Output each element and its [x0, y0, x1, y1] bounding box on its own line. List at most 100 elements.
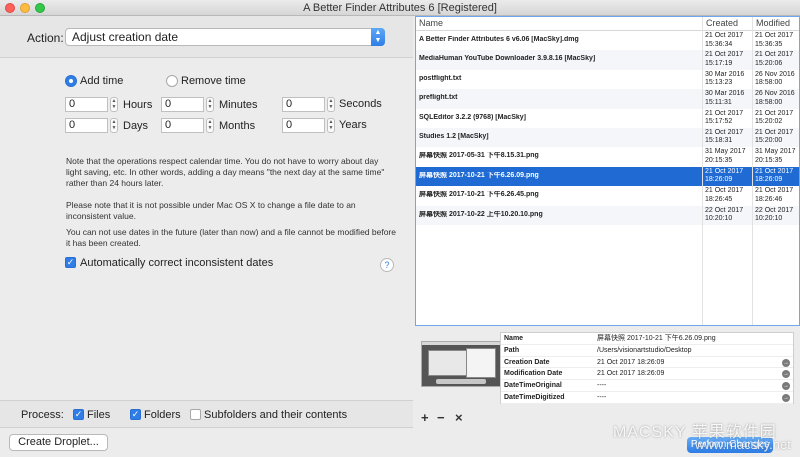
created-date: 31 May 2017 — [705, 148, 746, 156]
preview-window-shape — [466, 348, 496, 378]
table-row[interactable]: 屏幕快照 2017-10-21 下午6.26.09.png 21 Oct 2017… — [416, 166, 799, 187]
create-droplet-button[interactable]: Create Droplet... — [9, 434, 108, 451]
file-name-cell: preflight.txt — [419, 94, 458, 102]
minutes-input[interactable]: 0 — [161, 97, 204, 112]
file-name-cell: 屏幕快照 2017-10-21 下午6.26.45.png — [419, 191, 539, 199]
file-preview-thumbnail — [421, 341, 501, 387]
created-time: 20:15:35 — [705, 156, 733, 164]
future-note: You can not use dates in the future (lat… — [66, 227, 396, 248]
hours-stepper[interactable]: ▲ ▼ — [110, 97, 118, 112]
table-row[interactable]: postflight.txt 30 Mar 2016 15:13:23 26 Nov … — [416, 70, 799, 89]
metadata-row: Path/Users/visionartstudio/Desktop — [501, 345, 793, 357]
options-panel: Add time Remove time 0 ▲ ▼ Hours 0 ▲ ▼ Min… — [0, 59, 413, 399]
column-divider — [752, 17, 753, 325]
remove-time-radio[interactable] — [166, 75, 178, 87]
folders-checkbox[interactable]: ✓ — [130, 409, 141, 420]
modified-date: 21 Oct 2017 — [755, 167, 794, 175]
created-time: 18:26:45 — [705, 195, 733, 203]
help-button[interactable]: ? — [380, 258, 394, 272]
arrow-right-icon[interactable]: → — [782, 382, 790, 391]
metadata-row: DateTimeOriginal ---- → — [501, 380, 793, 392]
minutes-label: Minutes — [219, 99, 258, 111]
name-column-header[interactable]: Name — [416, 17, 702, 31]
created-date: 21 Oct 2017 — [705, 51, 744, 59]
metadata-value: 屏幕快照 2017-10-21 下午6.26.09.png — [597, 335, 716, 342]
subfolders-checkbox[interactable] — [190, 409, 201, 420]
arrow-right-icon[interactable]: → — [782, 358, 790, 367]
action-select-value: Adjust creation date — [72, 30, 179, 44]
watermark-url: www.macsky.net — [695, 437, 791, 452]
auto-correct-label: Automatically correct inconsistent dates — [80, 257, 274, 269]
days-input[interactable]: 0 — [65, 118, 108, 133]
table-row[interactable]: MediaHuman YouTube Downloader 3.9.8.16 [… — [416, 50, 799, 70]
add-file-button[interactable]: + — [421, 410, 429, 425]
minutes-stepper[interactable]: ▲ ▼ — [206, 97, 214, 112]
months-label: Months — [219, 120, 256, 132]
metadata-value: 21 Oct 2017 18:26:09 — [597, 370, 665, 378]
metadata-name: Creation Date — [504, 358, 550, 366]
table-row[interactable]: 屏幕快照 2017-10-22 上午10.20.10.png 22 Oct 201… — [416, 205, 799, 225]
created-time: 10:20:10 — [705, 215, 733, 223]
table-row[interactable]: Studies 1.2 [MacSky] 21 Oct 2017 15:18:31 2… — [416, 127, 799, 148]
file-table[interactable]: Name Created Modified A Better Finder At… — [415, 16, 800, 326]
metadata-row: Name 屏幕快照 2017-10-21 下午6.26.09.png — [501, 333, 793, 345]
files-label: Files — [87, 409, 111, 421]
seconds-stepper[interactable]: ▲ ▼ — [327, 97, 335, 112]
file-name-cell: postflight.txt — [419, 74, 462, 82]
metadata-row: DateTimeDigitized ---- → — [501, 392, 793, 404]
modified-date: 26 Nov 2016 — [755, 70, 795, 78]
table-row[interactable]: SQLEditor 3.2.2 (9768) [MacSky] 21 Oct 20… — [416, 109, 799, 128]
created-date: 30 Mar 2016 — [705, 70, 745, 78]
arrow-right-icon[interactable]: → — [782, 393, 790, 402]
table-row[interactable]: 屏幕快照 2017-10-21 下午6.26.45.png 21 Oct 2017… — [416, 186, 799, 205]
modified-time: 20:15:35 — [755, 156, 783, 164]
modified-date: 21 Oct 2017 — [755, 32, 794, 39]
files-checkbox[interactable]: ✓ — [73, 409, 84, 420]
maximize-window-button[interactable] — [35, 3, 45, 13]
days-stepper[interactable]: ▲ ▼ — [110, 118, 118, 133]
created-date: 30 Mar 2016 — [705, 90, 745, 98]
months-input[interactable]: 0 — [161, 118, 204, 133]
created-date: 21 Oct 2017 — [705, 32, 744, 39]
right-panel: Name Created Modified A Better Finder At… — [413, 16, 800, 457]
years-label: Years — [339, 119, 367, 131]
metadata-name: DateTimeDigitized — [504, 393, 565, 401]
modified-cell: 21 Oct 2017 15:36:35 — [752, 32, 799, 49]
created-date: 22 Oct 2017 — [705, 206, 744, 214]
years-input[interactable]: 0 — [282, 118, 325, 133]
hours-input[interactable]: 0 — [65, 97, 108, 112]
metadata-name: Path — [504, 346, 520, 354]
modified-cell: 22 Oct 2017 10:20:10 — [752, 207, 799, 224]
created-column-header[interactable]: Created — [702, 17, 752, 31]
file-name-cell: Studies 1.2 [MacSky] — [419, 132, 489, 140]
created-cell: 21 Oct 2017 15:18:31 — [702, 129, 752, 146]
auto-correct-checkbox[interactable]: ✓ — [65, 257, 76, 268]
modified-date: 21 Oct 2017 — [755, 187, 794, 195]
arrow-right-icon[interactable]: → — [782, 370, 790, 379]
close-window-button[interactable] — [5, 3, 15, 13]
action-row: Action: Adjust creation date ▲ ▼ — [0, 16, 413, 58]
created-time: 15:13:23 — [705, 79, 733, 87]
months-stepper[interactable]: ▲ ▼ — [206, 118, 214, 133]
clear-list-button[interactable]: × — [455, 410, 463, 425]
modified-column-header[interactable]: Modified — [752, 17, 799, 31]
left-panel: Action: Adjust creation date ▲ ▼ Add time… — [0, 16, 413, 457]
modified-time: 15:36:35 — [755, 40, 783, 48]
table-row[interactable]: preflight.txt 30 Mar 2016 15:11:31 26 Nov 2… — [416, 89, 799, 109]
preview-window-shape — [428, 350, 468, 376]
minimize-window-button[interactable] — [20, 3, 30, 13]
created-cell: 31 May 2017 20:15:35 — [702, 148, 752, 165]
action-label: Action: — [27, 31, 64, 45]
modified-cell: 21 Oct 2017 18:26:09 — [752, 167, 799, 185]
years-stepper[interactable]: ▲ ▼ — [327, 118, 335, 133]
modified-cell: 26 Nov 2016 18:58:00 — [752, 90, 799, 107]
table-row[interactable]: A Better Finder Attributes 6 v6.06 [MacS… — [416, 31, 799, 50]
created-time: 15:17:52 — [705, 118, 733, 126]
action-select[interactable]: Adjust creation date ▲ ▼ — [65, 28, 385, 46]
hours-label: Hours — [123, 99, 153, 111]
table-row[interactable]: 屏幕快照 2017-05-31 下午8.15.31.png 31 May 2017… — [416, 147, 799, 166]
created-date: 21 Oct 2017 — [705, 167, 744, 175]
add-time-radio[interactable] — [65, 75, 77, 87]
seconds-input[interactable]: 0 — [282, 97, 325, 112]
remove-file-button[interactable]: − — [437, 410, 445, 425]
